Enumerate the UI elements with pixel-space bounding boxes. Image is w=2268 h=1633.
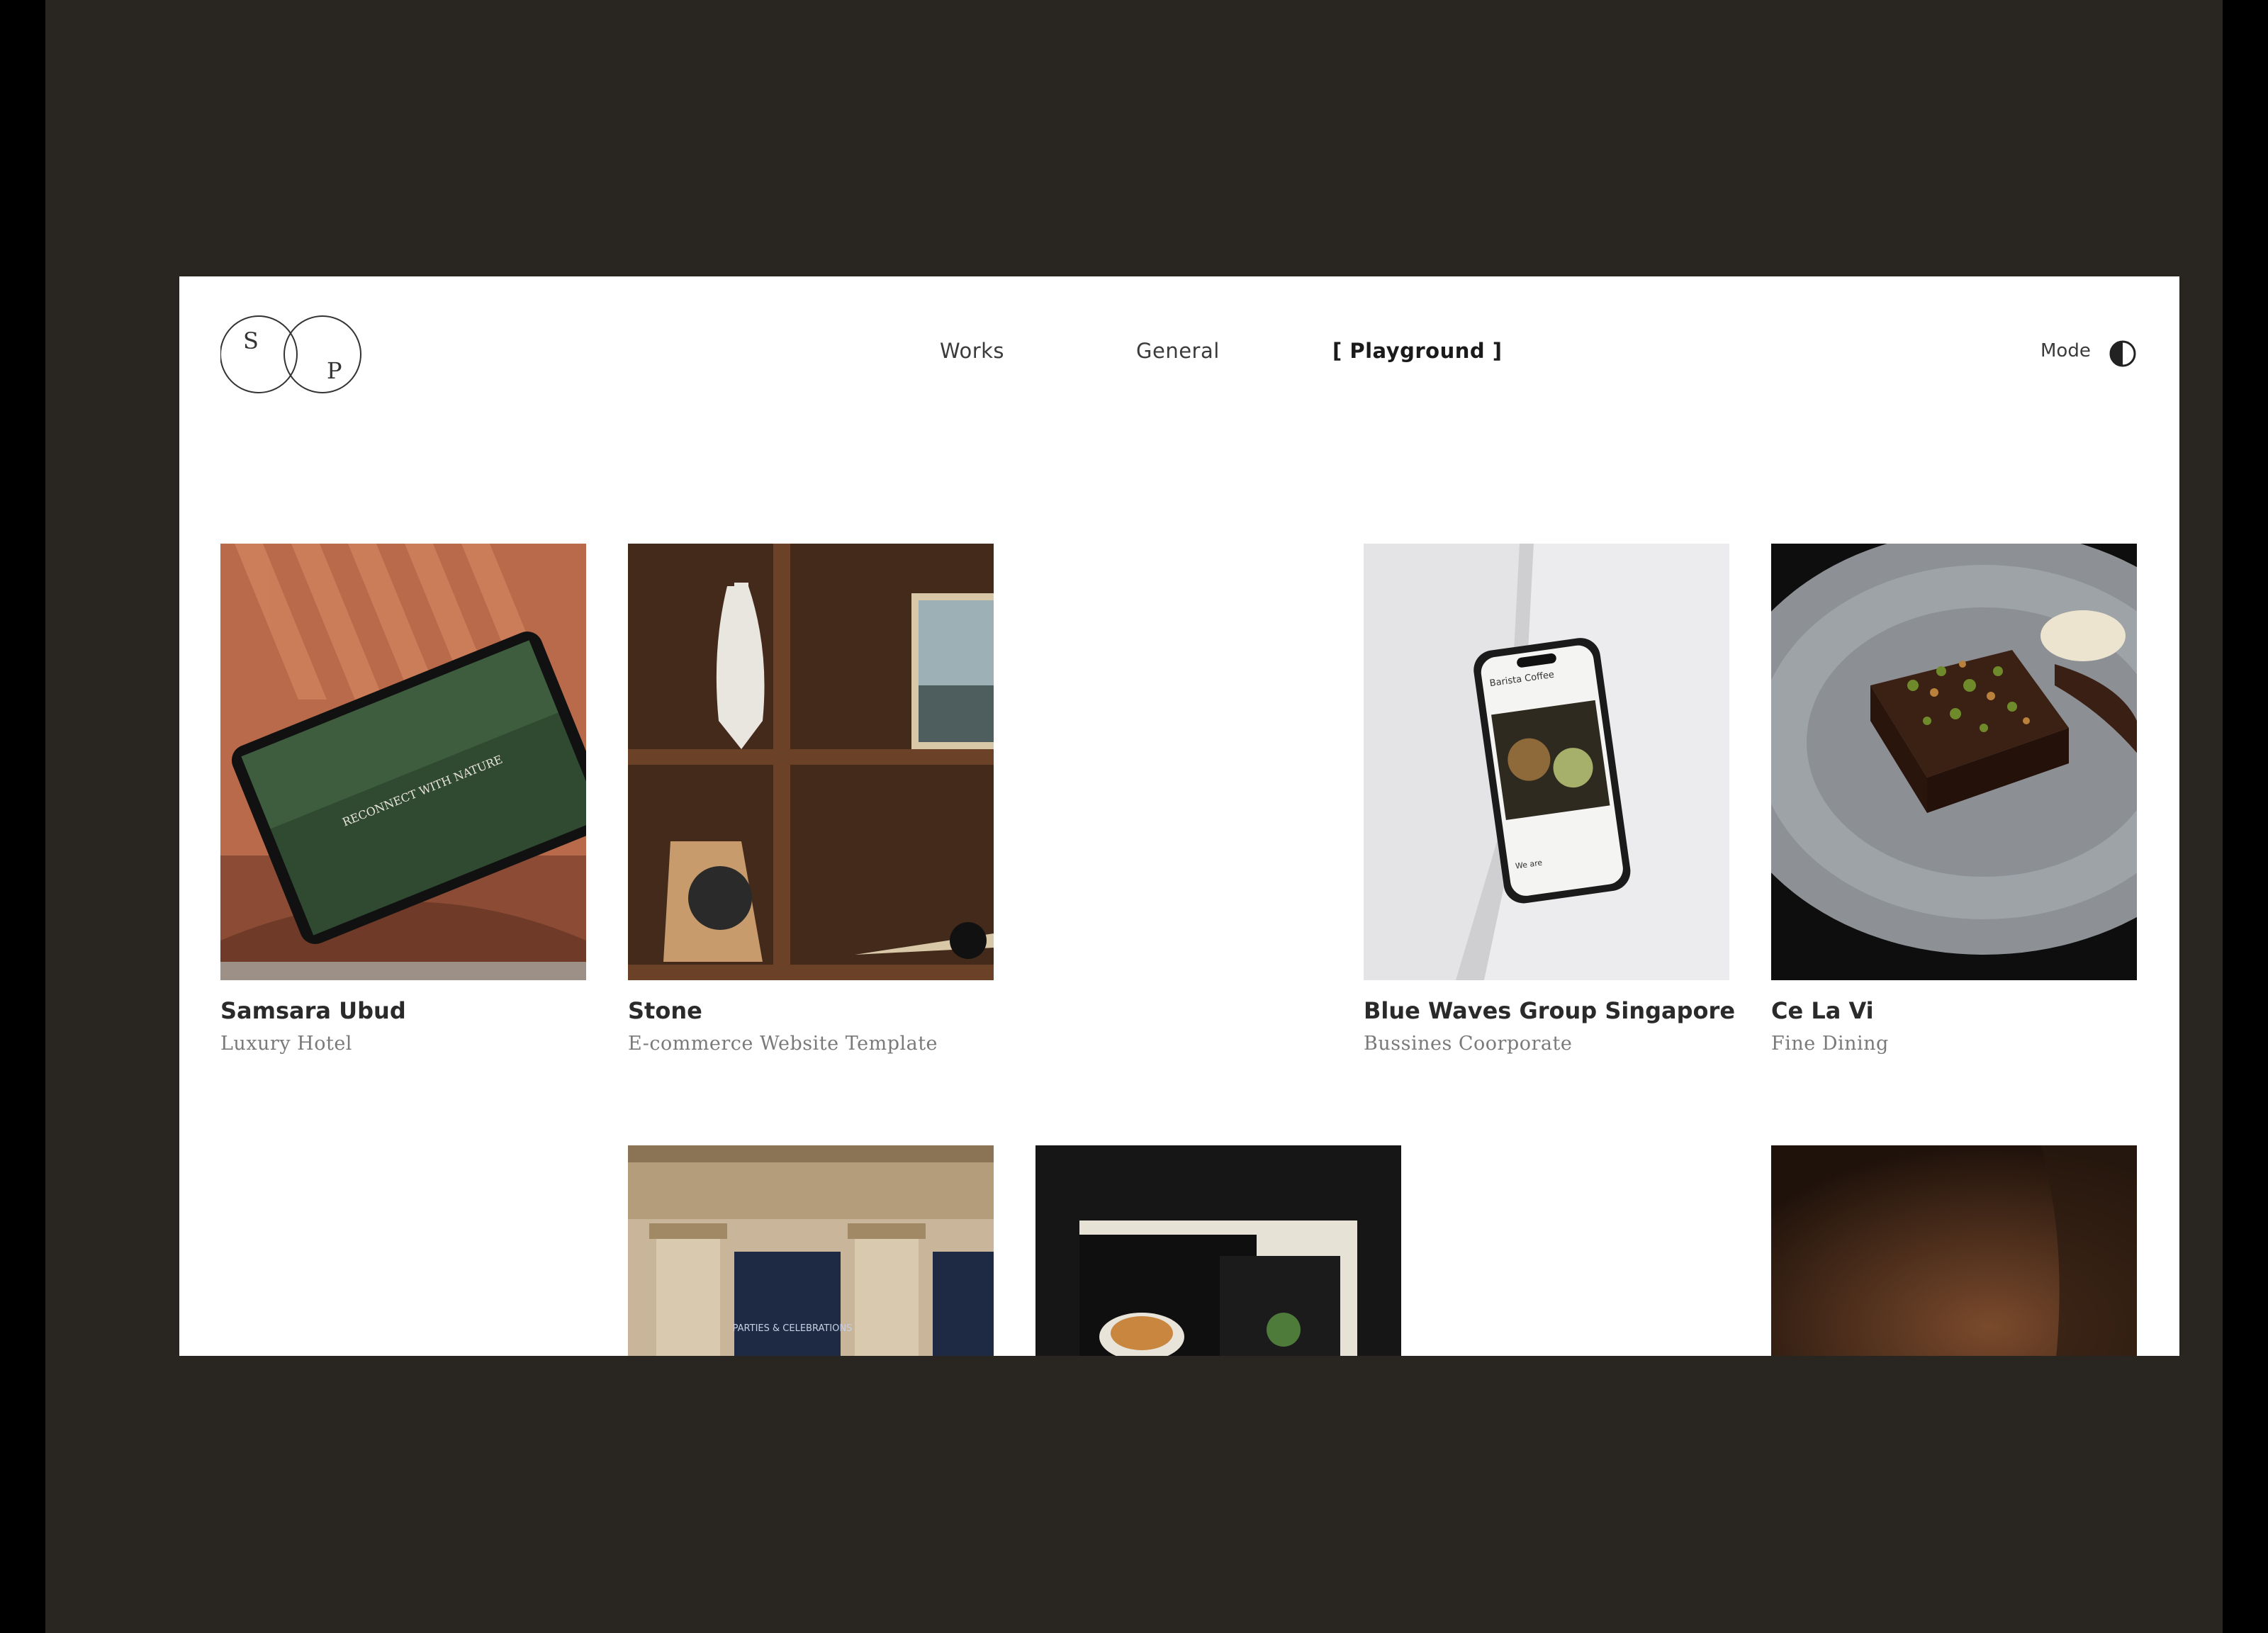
- project-thumbnail-portrait[interactable]: [1771, 1145, 2137, 1356]
- logo-letter-s: S: [243, 327, 259, 354]
- portfolio-page: S P Works General [ Playground ] Mode RE…: [179, 276, 2179, 1356]
- dish-image: [1771, 544, 2137, 980]
- project-title[interactable]: Ce La Vi: [1771, 997, 1874, 1024]
- tablet-mockup-image: RECONNECT WITH NATURE: [220, 544, 586, 980]
- phone-mockup-image: Barista Coffee We are: [1364, 544, 1729, 980]
- portrait-image: [1771, 1145, 2137, 1356]
- project-title[interactable]: Stone: [628, 997, 702, 1024]
- project-category: E-commerce Website Template: [628, 1033, 938, 1055]
- nav-general[interactable]: General: [1136, 339, 1220, 363]
- restaurant-screens-image: [1035, 1145, 1401, 1356]
- project-thumbnail-columns[interactable]: PARTIES & CELEBRATIONS: [628, 1145, 994, 1356]
- window-background: S P Works General [ Playground ] Mode RE…: [45, 0, 2223, 1633]
- project-thumbnail[interactable]: [1771, 544, 2137, 980]
- project-title[interactable]: Samsara Ubud: [220, 997, 406, 1024]
- columns-image: PARTIES & CELEBRATIONS: [628, 1145, 994, 1356]
- project-category: Fine Dining: [1771, 1033, 1889, 1055]
- mode-label: Mode: [2040, 340, 2091, 361]
- project-category: Luxury Hotel: [220, 1033, 352, 1055]
- logo-letter-p: P: [327, 357, 342, 384]
- project-thumbnail-restaurant[interactable]: [1035, 1145, 1401, 1356]
- project-category: Bussines Coorporate: [1364, 1033, 1573, 1055]
- shelf-mockup-image: [628, 544, 994, 980]
- project-thumbnail[interactable]: RECONNECT WITH NATURE: [220, 544, 586, 980]
- project-title[interactable]: Blue Waves Group Singapore: [1364, 997, 1735, 1024]
- contrast-mode-icon[interactable]: [2109, 339, 2137, 368]
- signboard-text: PARTIES & CELEBRATIONS: [733, 1323, 853, 1334]
- project-thumbnail[interactable]: [628, 544, 994, 980]
- nav-playground[interactable]: [ Playground ]: [1332, 339, 1503, 363]
- site-logo[interactable]: S P: [220, 315, 362, 395]
- nav-works[interactable]: Works: [940, 339, 1004, 363]
- project-thumbnail[interactable]: Barista Coffee We are: [1364, 544, 1729, 980]
